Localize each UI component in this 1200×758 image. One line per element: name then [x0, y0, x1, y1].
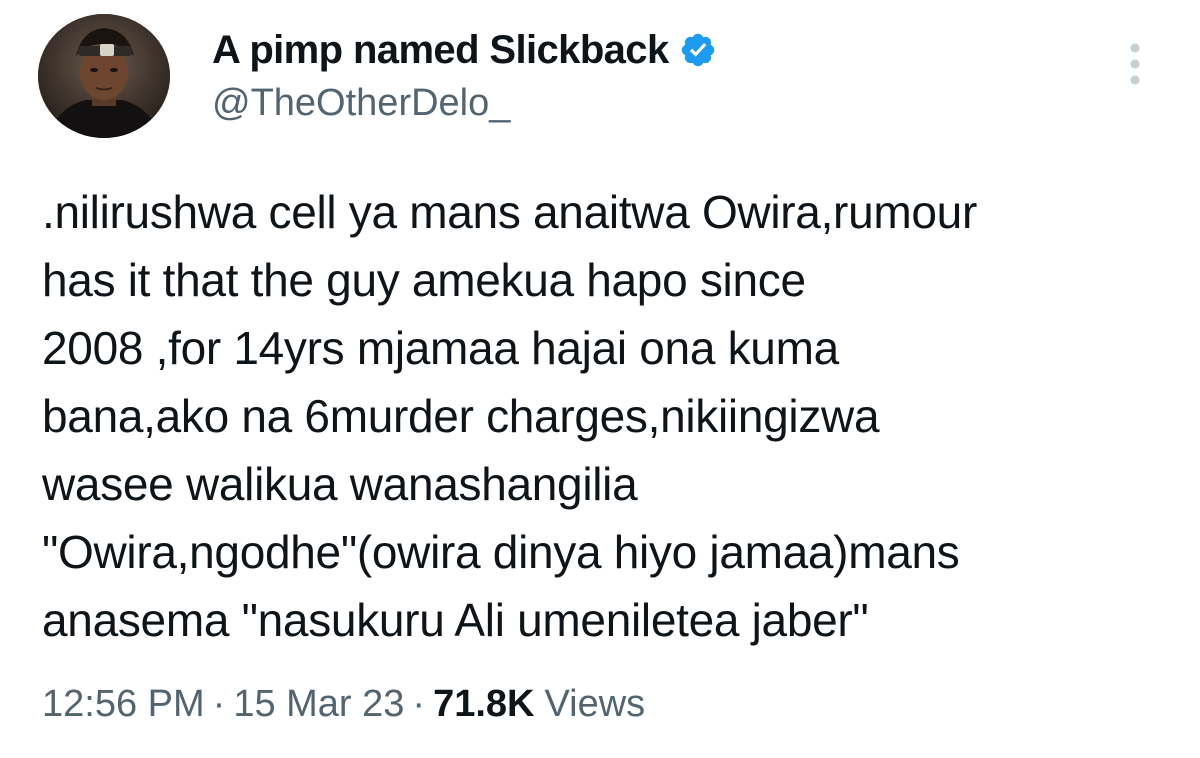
tweet-time[interactable]: 12:56 PM [42, 680, 205, 728]
meta-separator: · [412, 683, 426, 725]
tweet-text: .nilirushwa cell ya mans anaitwa Owira,r… [42, 186, 977, 646]
meta-separator: · [212, 683, 226, 725]
author-name-row: A pimp named Slickback [212, 28, 717, 72]
author-handle[interactable]: @TheOtherDelo_ [212, 82, 510, 124]
views-label: Views [544, 683, 646, 725]
more-options-button[interactable] [1120, 40, 1150, 88]
verified-check-icon [679, 31, 717, 69]
more-dots-icon [1130, 43, 1140, 85]
avatar-image [38, 14, 170, 138]
author-avatar[interactable] [38, 14, 170, 138]
tweet-meta: 12:56 PM · 15 Mar 23 · 71.8K Views [42, 680, 645, 728]
tweet-card: A pimp named Slickback @TheOtherDelo_ .n… [0, 0, 1200, 758]
tweet-date[interactable]: 15 Mar 23 [233, 680, 404, 728]
views-count: 71.8K [433, 683, 535, 725]
author-name[interactable]: A pimp named Slickback [212, 28, 669, 72]
